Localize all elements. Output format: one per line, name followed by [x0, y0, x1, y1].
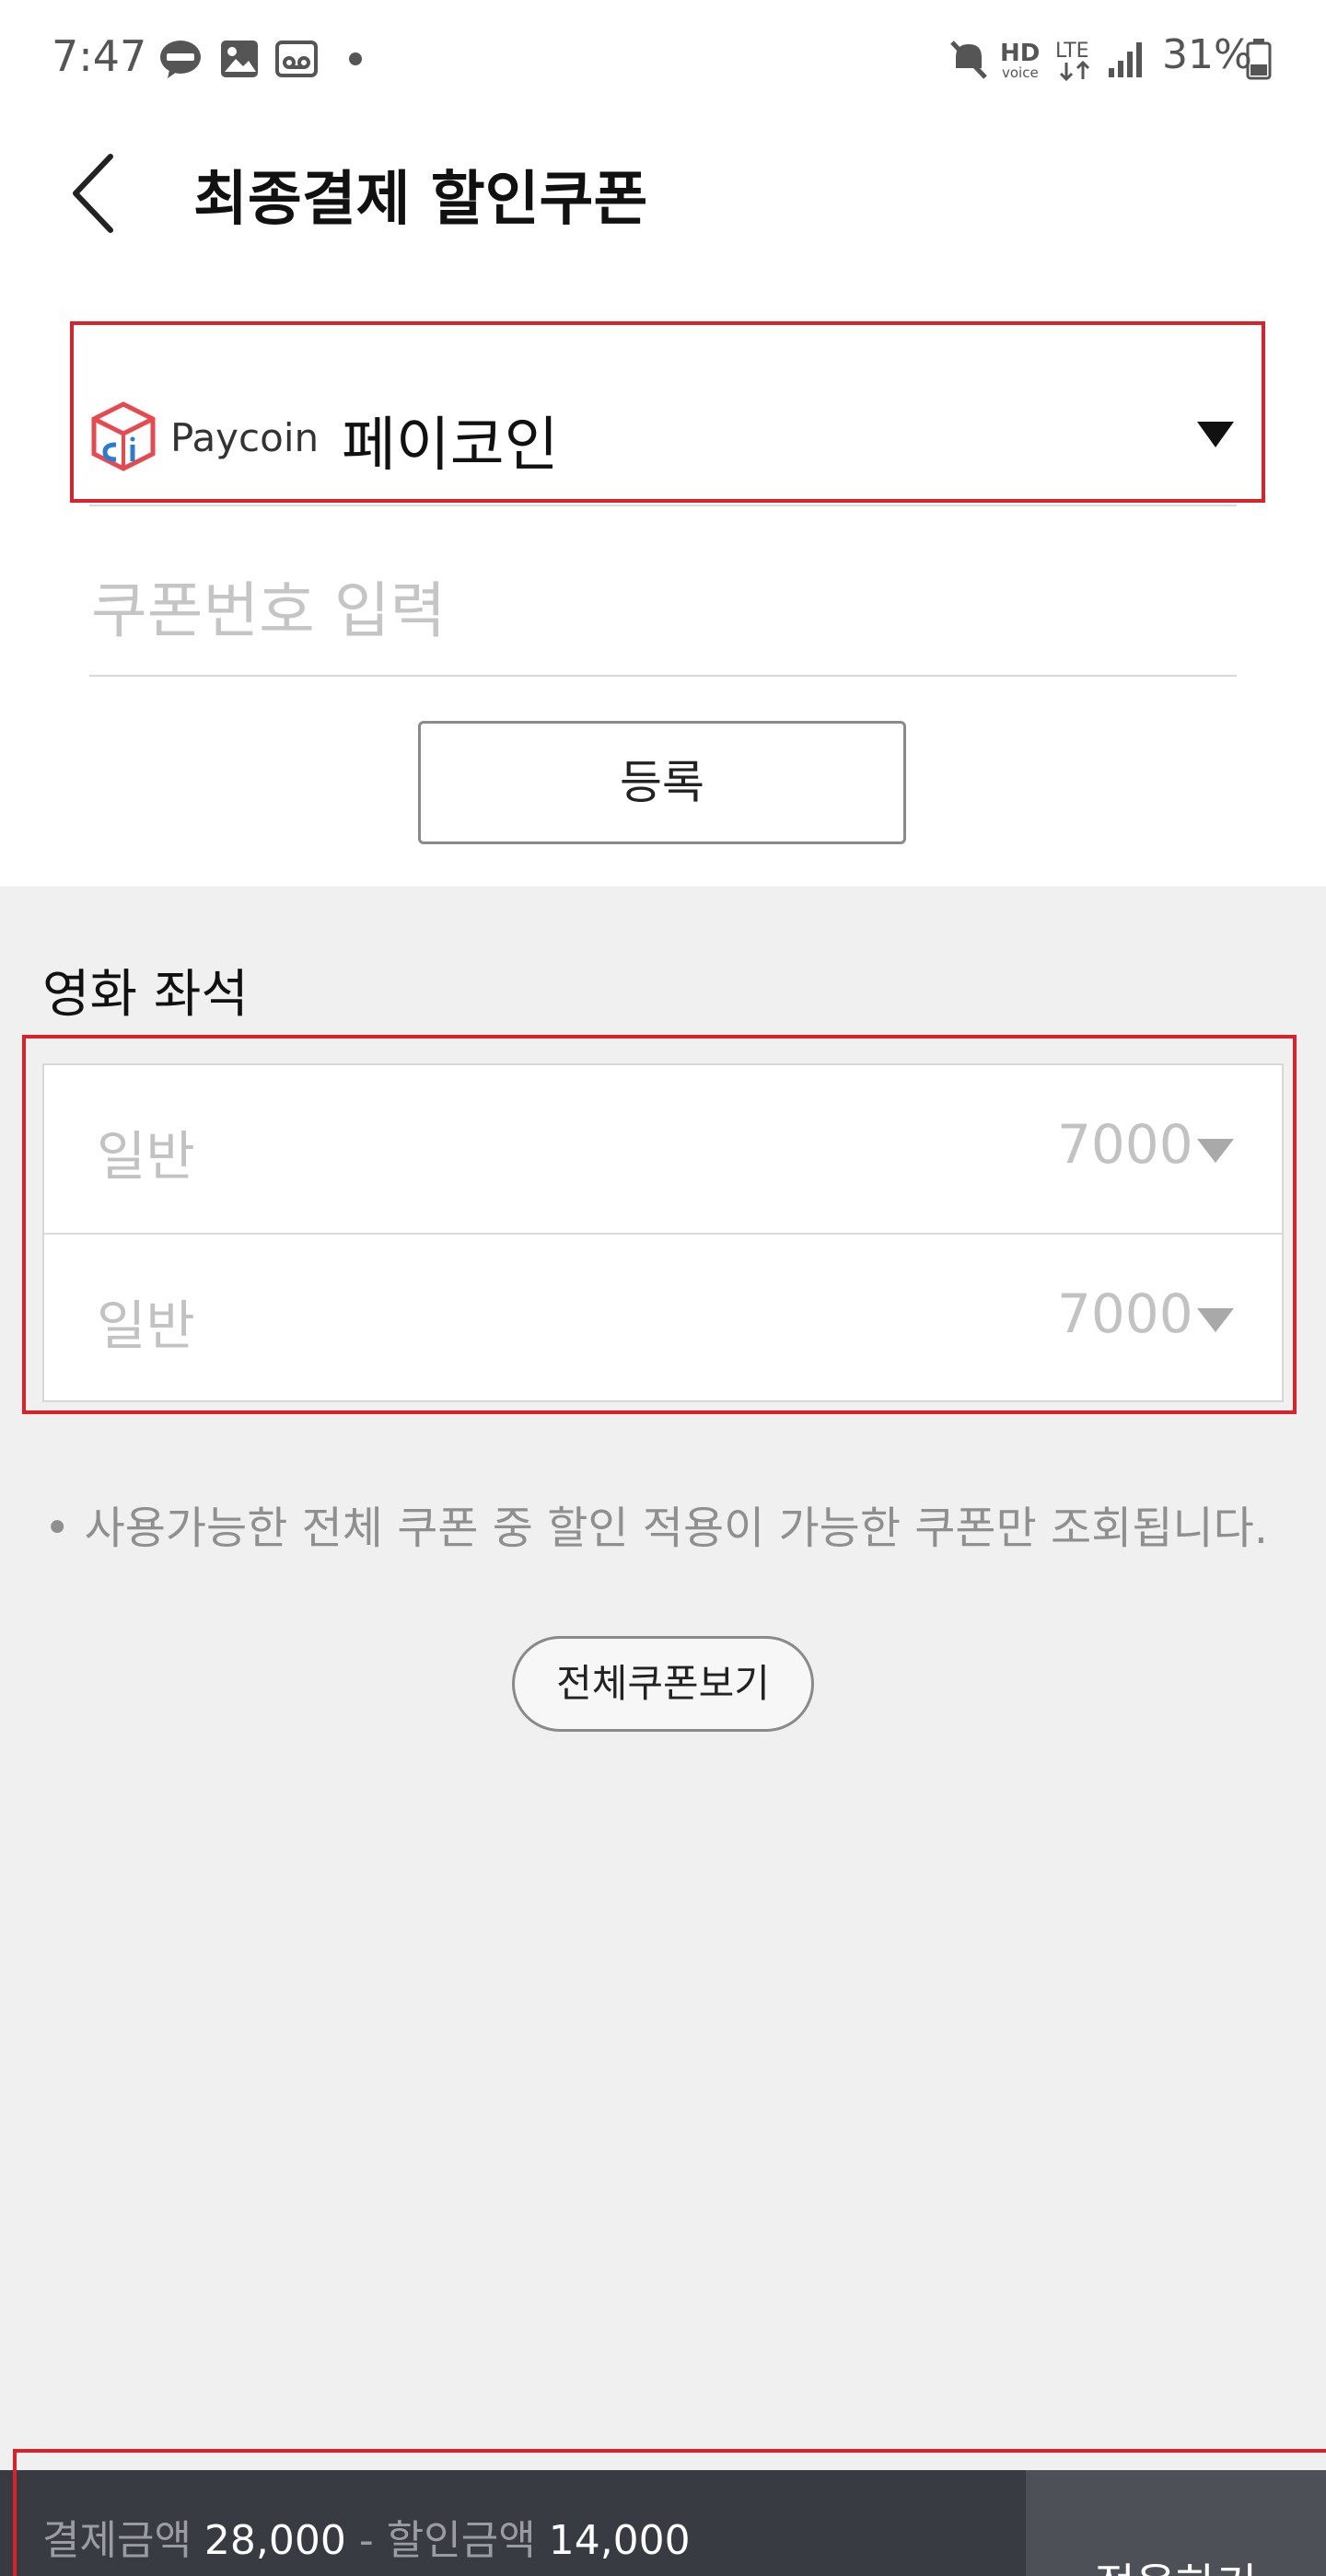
dot-icon: [349, 52, 362, 65]
gallery-icon: [221, 41, 258, 77]
page-title: 최종결제 할인쿠폰: [193, 166, 648, 234]
back-arrow-icon[interactable]: [63, 147, 127, 239]
status-time: 7:47: [52, 31, 147, 81]
lte-icon: LTE: [1055, 40, 1090, 81]
view-all-coupons-button[interactable]: 전체쿠폰보기: [512, 1636, 814, 1732]
coupon-input-underline: [89, 675, 1237, 677]
coupon-notice-text: • 사용가능한 전체 쿠폰 중 할인 적용이 가능한 쿠폰만 조회됩니다.: [44, 1503, 1269, 1554]
kakaotalk-icon: [160, 41, 201, 78]
section-title-movie-seats: 영화 좌석: [42, 965, 249, 1025]
signal-icon: [1109, 42, 1142, 77]
mute-icon: [950, 41, 987, 79]
coupon-number-input[interactable]: [89, 563, 1240, 657]
battery-percent: 31%: [1162, 31, 1252, 78]
svg-text:HD: HD: [1000, 40, 1040, 67]
highlight-payment-method: [70, 321, 1265, 503]
highlight-seat-list: [22, 1035, 1297, 1414]
register-button[interactable]: 등록: [418, 721, 906, 844]
status-bar: 7:47 HD voice LTE 31%: [0, 0, 1326, 115]
highlight-bottom-bar: [13, 2449, 1326, 2576]
svg-text:voice: voice: [1002, 64, 1039, 81]
voicemail-icon: [275, 41, 318, 77]
hd-voice-icon: HD voice: [1000, 40, 1040, 81]
battery-icon: [1246, 39, 1272, 80]
divider: [89, 505, 1237, 506]
svg-text:LTE: LTE: [1055, 40, 1089, 63]
